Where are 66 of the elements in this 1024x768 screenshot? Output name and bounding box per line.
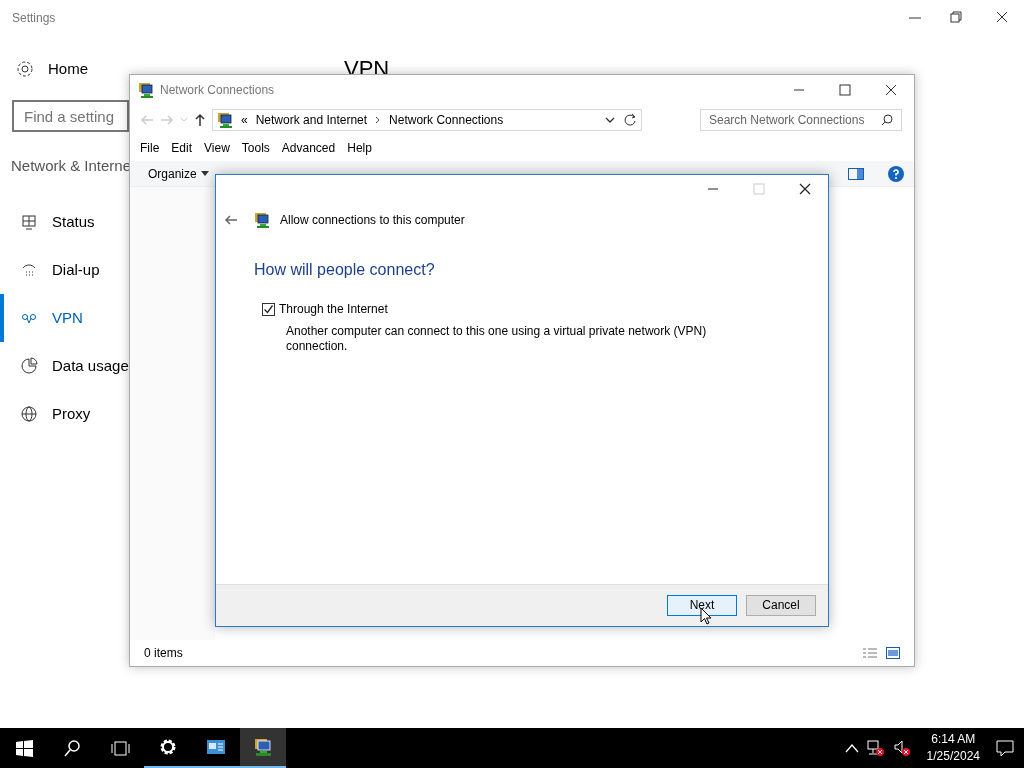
- home-link[interactable]: Home: [48, 58, 88, 81]
- status-text: 0 items: [144, 645, 183, 662]
- address-bar[interactable]: « Network and Internet Network Connections: [212, 109, 642, 131]
- cancel-button[interactable]: Cancel: [746, 595, 816, 616]
- notification-icon[interactable]: [996, 739, 1014, 757]
- globe-icon: [20, 405, 38, 423]
- breadcrumb-item[interactable]: Network Connections: [389, 111, 504, 129]
- date-text: 1/25/2024: [926, 748, 980, 765]
- task-view-icon[interactable]: [110, 738, 130, 758]
- gear-icon: [158, 737, 178, 757]
- overflow-chevron[interactable]: «: [241, 111, 248, 129]
- close-icon[interactable]: [885, 84, 897, 96]
- dropdown-icon[interactable]: [605, 116, 615, 124]
- network-icon: [138, 82, 154, 98]
- phone-icon: [20, 261, 38, 279]
- help-icon[interactable]: [888, 165, 904, 182]
- network-error-icon[interactable]: [866, 739, 885, 757]
- next-button[interactable]: Next: [667, 595, 737, 616]
- menu-item[interactable]: View: [198, 139, 236, 157]
- start-icon[interactable]: [14, 738, 34, 758]
- search-field[interactable]: Find a setting: [12, 100, 129, 132]
- clock[interactable]: 6:14 AM 1/25/2024: [918, 731, 988, 765]
- window-title: Network Connections: [160, 82, 275, 99]
- menu-item[interactable]: Advanced: [275, 139, 342, 157]
- chevron-up-icon[interactable]: [844, 743, 859, 753]
- menu-item[interactable]: Tools: [235, 139, 276, 157]
- menu-item[interactable]: Edit: [165, 139, 199, 157]
- section-heading: Network & Interne: [11, 156, 132, 176]
- restore-icon[interactable]: [948, 9, 964, 25]
- control-panel-icon: [206, 737, 226, 757]
- dialog-title: Allow connections to this computer: [280, 212, 465, 229]
- network-status-icon: [20, 213, 38, 231]
- nav-item[interactable]: Dial-up: [0, 246, 129, 294]
- time-text: 6:14 AM: [930, 731, 977, 748]
- menu-item[interactable]: File: [134, 139, 166, 157]
- maximize-icon[interactable]: [839, 84, 851, 96]
- checkbox[interactable]: [262, 302, 275, 316]
- preview-pane-icon[interactable]: [848, 167, 864, 180]
- search-field[interactable]: Search Network Connections: [700, 109, 902, 131]
- option-description: Another computer can connect to this one using a virtual private network (VPN) connection.: [286, 324, 708, 354]
- volume-muted-icon[interactable]: [892, 739, 911, 757]
- close-icon[interactable]: [994, 9, 1010, 25]
- network-icon: [253, 737, 273, 757]
- taskbar-button[interactable]: [240, 728, 286, 768]
- up-arrow-icon[interactable]: [194, 113, 206, 127]
- network-icon: [217, 112, 233, 128]
- option-label[interactable]: Through the Internet: [279, 300, 388, 318]
- nav-item[interactable]: Status: [0, 198, 129, 246]
- menu-item[interactable]: Help: [341, 139, 378, 157]
- nav-item[interactable]: Data usage: [0, 342, 129, 390]
- pie-chart-icon: [20, 357, 38, 375]
- nav-item[interactable]: Proxy: [0, 390, 129, 438]
- search-icon[interactable]: [881, 114, 893, 126]
- close-icon[interactable]: [799, 183, 811, 195]
- window-title: Settings: [12, 10, 56, 27]
- chevron-icon: [375, 116, 382, 124]
- gear-icon: [16, 60, 34, 79]
- search-icon[interactable]: [62, 738, 82, 758]
- large-icons-view-icon[interactable]: [886, 647, 900, 659]
- breadcrumb-item[interactable]: Network and Internet: [255, 111, 368, 129]
- organize-menu[interactable]: Organize: [148, 164, 209, 183]
- refresh-icon[interactable]: [623, 113, 637, 127]
- network-icon: [254, 212, 270, 228]
- caret-icon: [200, 171, 209, 176]
- back-arrow-icon[interactable]: [224, 214, 238, 226]
- dialog-heading: How will people connect?: [254, 260, 436, 280]
